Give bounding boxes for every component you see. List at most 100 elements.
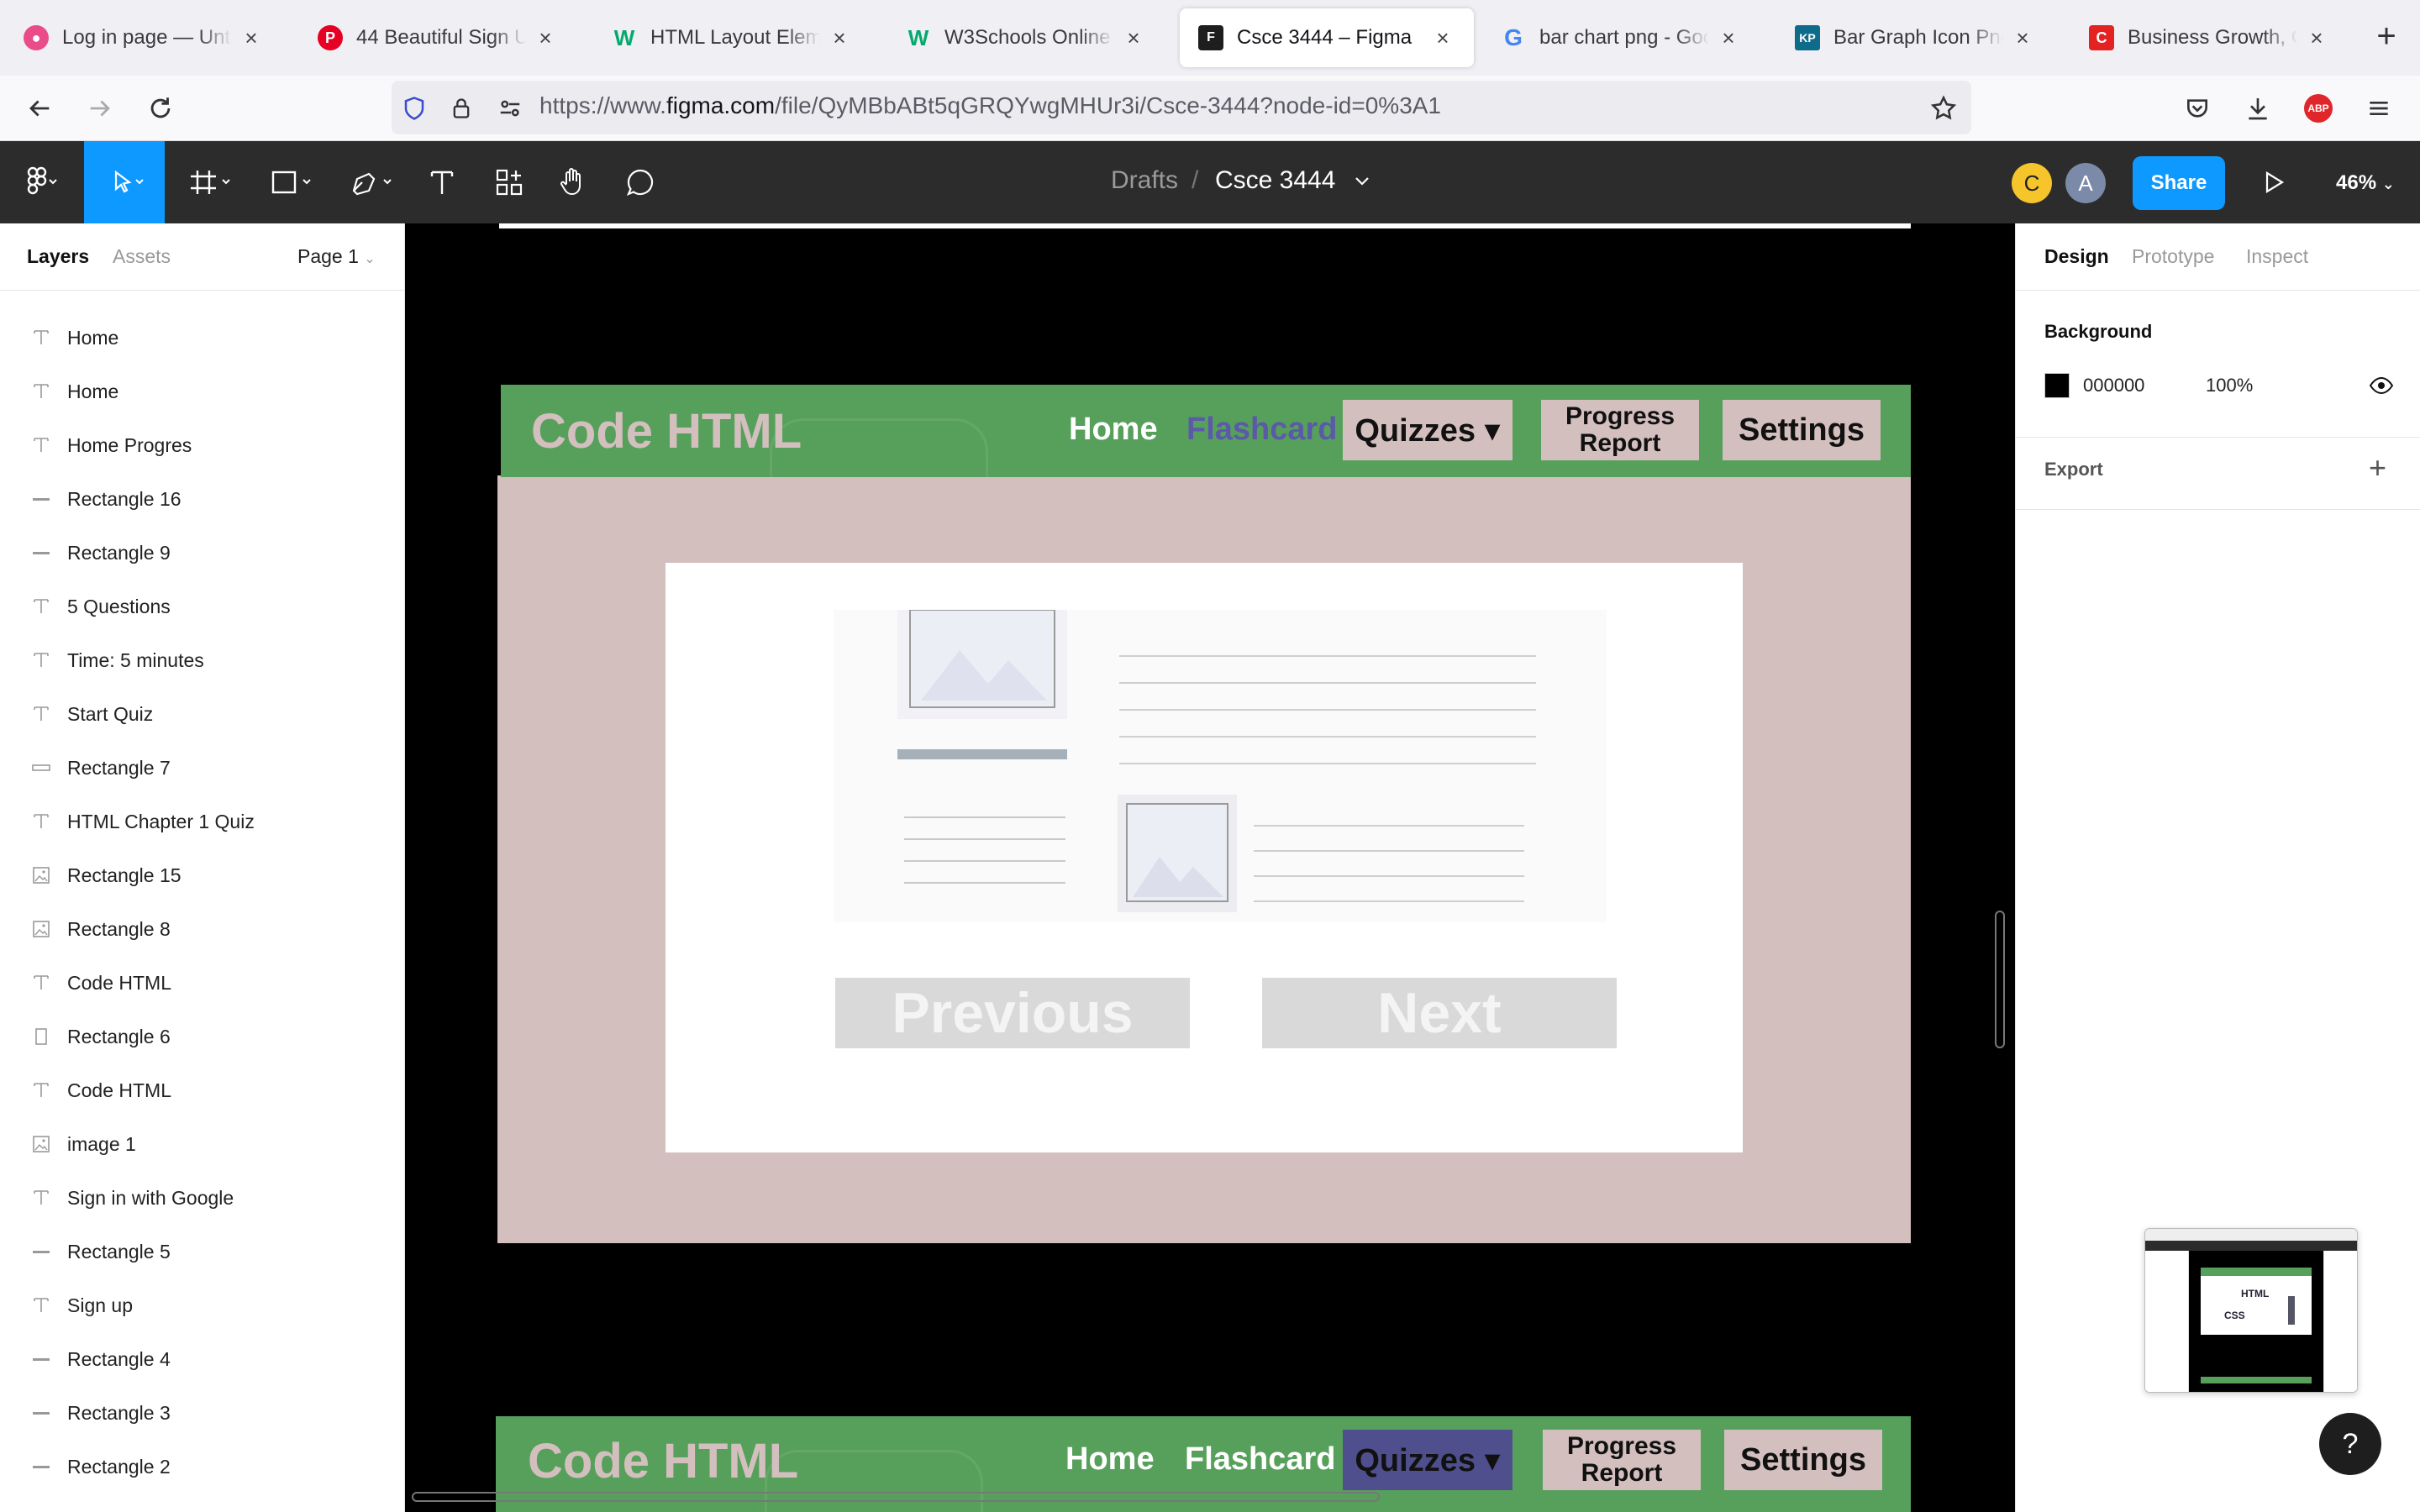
browser-tab-kp[interactable]: KP Bar Graph Icon Png - K ×: [1776, 8, 2054, 67]
avatar-c[interactable]: C: [2012, 163, 2052, 203]
nav-settings[interactable]: Settings: [1723, 400, 1881, 460]
browser-tab-login[interactable]: ● Log in page — Untitled ×: [5, 8, 282, 67]
layer-row[interactable]: HTML Chapter 1 Quiz: [0, 795, 404, 848]
design-canvas[interactable]: Code HTML Home Flashcard Quizzes ▾ Progr…: [405, 223, 2015, 1512]
quiz-frame[interactable]: Code HTML Home Flashcard Quizzes ▾ Progr…: [497, 385, 1911, 1243]
tab-inspect[interactable]: Inspect: [2246, 245, 2308, 268]
reload-icon[interactable]: [141, 89, 180, 128]
pocket-icon[interactable]: [2178, 89, 2217, 128]
url-domain: figma.com: [666, 92, 776, 118]
background-hex-value[interactable]: 000000: [2083, 375, 2144, 396]
zoom-value: 46%: [2336, 171, 2377, 194]
back-icon[interactable]: [20, 89, 59, 128]
page-selector[interactable]: Page 1 ⌄: [297, 245, 376, 268]
close-tab-icon[interactable]: ×: [239, 25, 264, 50]
background-color-swatch[interactable]: [2044, 373, 2070, 398]
tab-assets[interactable]: Assets: [113, 245, 171, 268]
layer-row[interactable]: Sign in with Google: [0, 1171, 404, 1225]
resources-tool-icon[interactable]: [486, 141, 533, 223]
layer-row[interactable]: Home: [0, 365, 404, 418]
layer-row[interactable]: Time: 5 minutes: [0, 633, 404, 687]
zoom-level[interactable]: 46% ⌄: [2336, 171, 2395, 195]
nav-home[interactable]: Home: [1065, 1441, 1155, 1478]
nav-home[interactable]: Home: [1069, 412, 1158, 448]
breadcrumb-drafts[interactable]: Drafts: [1111, 166, 1178, 195]
figma-main-menu-icon[interactable]: [10, 141, 72, 223]
browser-tab-figma[interactable]: F Csce 3444 – Figma ×: [1180, 8, 1474, 67]
previous-button[interactable]: Previous: [835, 978, 1190, 1048]
shape-tool-icon[interactable]: [257, 141, 323, 223]
browser-tab-html-layout[interactable]: W HTML Layout Elements ×: [593, 8, 871, 67]
help-button[interactable]: ?: [2319, 1413, 2381, 1475]
adblock-icon[interactable]: ABP: [2299, 89, 2338, 128]
nav-progress-report[interactable]: Progress Report: [1543, 1430, 1701, 1490]
canvas-vertical-scrollbar[interactable]: [1995, 911, 2005, 1048]
avatar-a[interactable]: A: [2065, 163, 2106, 203]
nav-flashcard[interactable]: Flashcard: [1185, 1441, 1336, 1478]
layer-row[interactable]: image 1: [0, 1117, 404, 1171]
lock-icon[interactable]: [442, 89, 481, 128]
hand-tool-icon[interactable]: [550, 141, 597, 223]
shield-icon[interactable]: [395, 89, 434, 128]
close-tab-icon[interactable]: ×: [1716, 25, 1741, 50]
new-tab-icon[interactable]: +: [2370, 19, 2403, 54]
pen-tool-icon[interactable]: [338, 141, 403, 223]
layer-row[interactable]: Rectangle 15: [0, 848, 404, 902]
permissions-icon[interactable]: [491, 89, 529, 128]
layer-row[interactable]: Code HTML: [0, 1063, 404, 1117]
comment-tool-icon[interactable]: [617, 141, 664, 223]
layer-row[interactable]: Rectangle 9: [0, 526, 404, 580]
layer-row[interactable]: Start Quiz: [0, 687, 404, 741]
close-tab-icon[interactable]: ×: [1121, 25, 1146, 50]
tab-design[interactable]: Design: [2044, 245, 2109, 268]
url-text[interactable]: https://www.figma.com/file/QyMBbABt5qGRQ…: [539, 92, 1441, 119]
frame-tool-icon[interactable]: [176, 141, 242, 223]
nav-settings[interactable]: Settings: [1724, 1430, 1882, 1490]
text-layer-icon: [30, 703, 52, 725]
browser-tab-signup[interactable]: P 44 Beautiful Sign Up for ×: [299, 8, 576, 67]
bookmark-star-icon[interactable]: [1924, 89, 1963, 128]
close-tab-icon[interactable]: ×: [533, 25, 558, 50]
tab-layers[interactable]: Layers: [27, 245, 89, 268]
close-tab-icon[interactable]: ×: [2304, 25, 2329, 50]
layer-row[interactable]: Home: [0, 311, 404, 365]
text-tool-icon[interactable]: [418, 141, 466, 223]
layer-row[interactable]: 5 Questions: [0, 580, 404, 633]
nav-quizzes-active[interactable]: Quizzes ▾: [1343, 1430, 1512, 1490]
canvas-minimap[interactable]: HTML CSS: [2144, 1228, 2358, 1393]
forward-icon[interactable]: [81, 89, 119, 128]
layer-row[interactable]: Sign up: [0, 1278, 404, 1332]
browser-tab-business[interactable]: C Business Growth, Grap ×: [2070, 8, 2348, 67]
layer-row[interactable]: Rectangle 5: [0, 1225, 404, 1278]
browser-tab-google[interactable]: G bar chart png - Google ×: [1482, 8, 1760, 67]
background-opacity-value[interactable]: 100%: [2206, 375, 2253, 396]
file-name[interactable]: Csce 3444: [1215, 166, 1335, 195]
browser-tab-w3schools[interactable]: W W3Schools Online Web ×: [887, 8, 1165, 67]
present-play-icon[interactable]: [2257, 141, 2291, 223]
nav-quizzes[interactable]: Quizzes ▾: [1343, 400, 1512, 460]
tab-prototype[interactable]: Prototype: [2132, 245, 2214, 268]
layer-row[interactable]: Code HTML: [0, 956, 404, 1010]
download-icon[interactable]: [2238, 89, 2277, 128]
layer-row[interactable]: Home Progres: [0, 418, 404, 472]
chevron-down-icon[interactable]: [1349, 166, 1375, 197]
canvas-horizontal-scrollbar[interactable]: [412, 1492, 1380, 1502]
close-tab-icon[interactable]: ×: [827, 25, 852, 50]
layer-row[interactable]: Rectangle 16: [0, 472, 404, 526]
close-tab-icon[interactable]: ×: [1430, 25, 1455, 50]
nav-flashcard[interactable]: Flashcard: [1186, 412, 1338, 448]
eye-icon[interactable]: [2369, 375, 2394, 396]
layer-row[interactable]: Rectangle 7: [0, 741, 404, 795]
next-button[interactable]: Next: [1262, 978, 1617, 1048]
menu-icon[interactable]: [2360, 89, 2398, 128]
layer-row[interactable]: Rectangle 8: [0, 902, 404, 956]
nav-progress-report[interactable]: Progress Report: [1541, 400, 1699, 460]
layer-row[interactable]: Rectangle 2: [0, 1440, 404, 1494]
layer-row[interactable]: Rectangle 6: [0, 1010, 404, 1063]
share-button[interactable]: Share: [2133, 156, 2225, 210]
move-tool-icon[interactable]: [84, 141, 165, 223]
layer-row[interactable]: Rectangle 3: [0, 1386, 404, 1440]
layer-row[interactable]: Rectangle 4: [0, 1332, 404, 1386]
close-tab-icon[interactable]: ×: [2010, 25, 2035, 50]
add-export-icon[interactable]: +: [2369, 450, 2386, 486]
